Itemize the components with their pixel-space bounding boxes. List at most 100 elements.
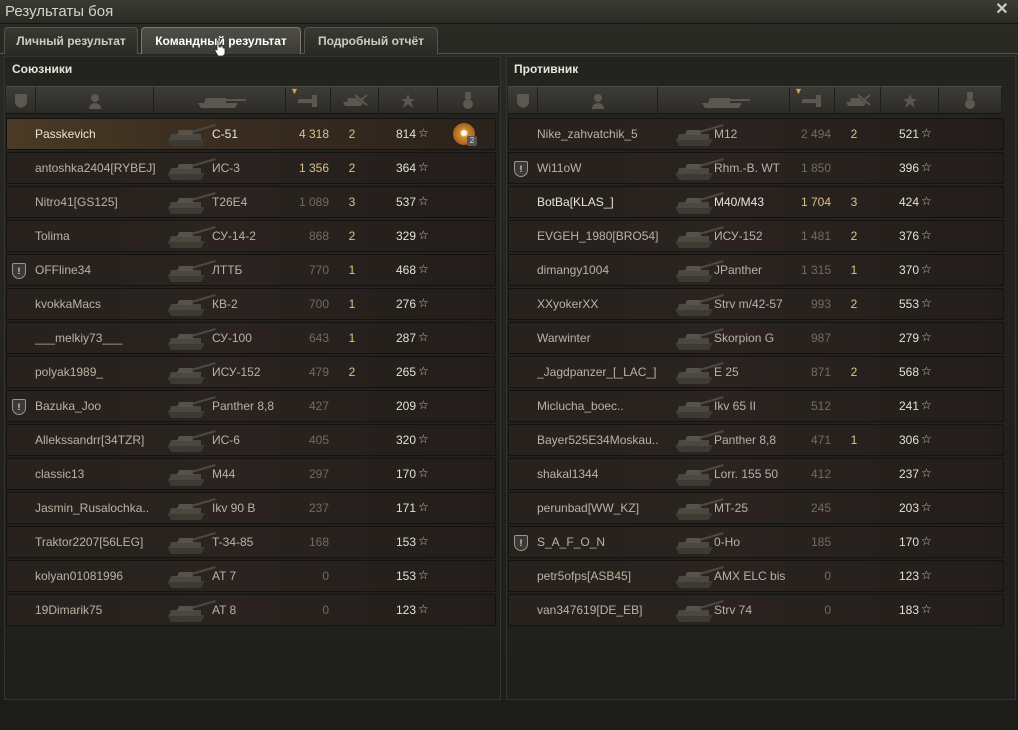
player-row[interactable]: ! OFFline34 ЛТТБ 770 1 468 ☆: [6, 254, 496, 286]
allies-panel: Союзники ▼ Passkevich С-51 4 318 2 814 ☆ ✹ 2 ant…: [4, 56, 501, 700]
player-row[interactable]: dimangy1004 JPanther 1 315 1 370 ☆: [508, 254, 1004, 286]
xp-value: 170: [898, 535, 919, 549]
player-row[interactable]: polyak1989_ ИСУ-152 479 2 265 ☆: [6, 356, 496, 388]
player-row[interactable]: Traktor2207[56LEG] T-34-85 168 153 ☆: [6, 526, 496, 558]
tank-name: Strv 74: [714, 603, 753, 617]
medal-icon[interactable]: [939, 87, 1002, 114]
player-row[interactable]: petr5ofps[ASB45] AMX ELC bis 0 123 ☆: [508, 560, 1004, 592]
player-row[interactable]: XXyokerXX Strv m/42-57 993 2 553 ☆: [508, 288, 1004, 320]
allies-header: ▼: [6, 86, 499, 114]
player-row[interactable]: kvokkaMacs КВ-2 700 1 276 ☆: [6, 288, 496, 320]
xp-star-icon[interactable]: [379, 87, 438, 114]
kills-icon[interactable]: [835, 87, 881, 114]
player-name: Tolima: [35, 229, 70, 243]
squad-shield-icon: !: [514, 161, 528, 177]
tank-name: MT-25: [714, 501, 749, 515]
kills-icon[interactable]: [331, 87, 379, 114]
tank-name: Strv m/42-57: [714, 297, 783, 311]
damage-value: 987: [810, 331, 831, 345]
xp-value: 153: [395, 569, 416, 583]
player-row[interactable]: Bayer525E34Moskau.. Panther 8,8 471 1 306 ☆: [508, 424, 1004, 456]
player-row[interactable]: BotBa[KLAS_] M40/M43 1 704 3 424 ☆: [508, 186, 1004, 218]
player-row[interactable]: Warwinter Skorpion G 987 279 ☆: [508, 322, 1004, 354]
tank-name: JPanther: [714, 263, 763, 277]
medal-count: 2: [467, 136, 477, 146]
tank-icon[interactable]: [154, 87, 286, 114]
tank-name: 0-Ho: [714, 535, 741, 549]
star-icon: ☆: [921, 602, 932, 616]
damage-value: 871: [810, 365, 831, 379]
tank-name: ИС-6: [212, 433, 240, 447]
damage-value: 868: [308, 229, 329, 243]
player-name: Miclucha_boec..: [537, 399, 624, 413]
squad-icon[interactable]: [6, 87, 36, 114]
player-row[interactable]: ! Bazuka_Joo Panther 8,8 427 209 ☆: [6, 390, 496, 422]
player-row[interactable]: perunbad[WW_KZ] MT-25 245 203 ☆: [508, 492, 1004, 524]
kills-value: 1: [850, 433, 858, 447]
tank-name: Ikv 90 B: [212, 501, 256, 515]
squad-icon[interactable]: [508, 87, 538, 114]
tab-detailed-report[interactable]: Подробный отчёт: [304, 27, 438, 54]
player-row[interactable]: van347619[DE_EB] Strv 74 0 183 ☆: [508, 594, 1004, 626]
player-icon[interactable]: [538, 87, 658, 114]
player-row[interactable]: EVGEH_1980[BRO54] ИСУ-152 1 481 2 376 ☆: [508, 220, 1004, 252]
close-icon[interactable]: ✕: [994, 1, 1010, 19]
player-row[interactable]: Allekssandrr[34TZR] ИС-6 405 320 ☆: [6, 424, 496, 456]
player-icon[interactable]: [36, 87, 154, 114]
player-name: shakal1344: [537, 467, 599, 481]
star-icon: ☆: [418, 160, 429, 174]
tank-icon: [163, 223, 217, 251]
damage-value: 1 315: [800, 263, 831, 277]
damage-value: 237: [308, 501, 329, 515]
tank-icon: [163, 563, 217, 591]
player-row[interactable]: Tolima СУ-14-2 868 2 329 ☆: [6, 220, 496, 252]
star-icon: ☆: [418, 432, 429, 446]
player-row[interactable]: Passkevich С-51 4 318 2 814 ☆ ✹ 2: [6, 118, 496, 150]
xp-value: 376: [898, 229, 919, 243]
player-row[interactable]: ! S_A_F_O_N 0-Ho 185 170 ☆: [508, 526, 1004, 558]
tank-name: СУ-100: [212, 331, 252, 345]
damage-icon[interactable]: ▼: [790, 86, 835, 114]
player-row[interactable]: ___melkiy73___ СУ-100 643 1 287 ☆: [6, 322, 496, 354]
star-icon: ☆: [418, 330, 429, 344]
player-name: Wi11oW: [537, 161, 582, 175]
tab-personal-result[interactable]: Личный результат: [4, 27, 138, 54]
player-row[interactable]: Nitro41[GS125] T26E4 1 089 3 537 ☆: [6, 186, 496, 218]
player-row[interactable]: kolyan01081996 AT 7 0 153 ☆: [6, 560, 496, 592]
star-icon: ☆: [418, 364, 429, 378]
star-icon: ☆: [418, 398, 429, 412]
player-row[interactable]: _Jagdpanzer_[_LAC_] E 25 871 2 568 ☆: [508, 356, 1004, 388]
player-row[interactable]: Jasmin_Rusalochka.. Ikv 90 B 237 171 ☆: [6, 492, 496, 524]
star-icon: ☆: [921, 160, 932, 174]
xp-value: 153: [395, 535, 416, 549]
tank-icon: [163, 597, 217, 625]
player-row[interactable]: antoshka2404[RYBEJ] ИС-3 1 356 2 364 ☆: [6, 152, 496, 184]
kills-value: 1: [348, 263, 356, 277]
kills-value: 2: [850, 297, 858, 311]
star-icon: ☆: [921, 432, 932, 446]
player-row[interactable]: Nike_zahvatchik_5 M12 2 494 2 521 ☆: [508, 118, 1004, 150]
tank-name: Lorr. 155 50: [714, 467, 779, 481]
kills-value: 2: [850, 127, 858, 141]
star-icon: ☆: [921, 398, 932, 412]
tank-icon: [163, 155, 217, 183]
enemies-header: ▼: [508, 86, 1002, 114]
player-name: Jasmin_Rusalochka..: [35, 501, 150, 515]
xp-star-icon[interactable]: [881, 87, 939, 114]
player-row[interactable]: classic13 M44 297 170 ☆: [6, 458, 496, 490]
damage-icon[interactable]: ▼: [286, 86, 331, 114]
player-row[interactable]: ! Wi11oW Rhm.-B. WT 1 850 396 ☆: [508, 152, 1004, 184]
player-row[interactable]: 19Dimarik75 AT 8 0 123 ☆: [6, 594, 496, 626]
player-row[interactable]: shakal1344 Lorr. 155 50 412 237 ☆: [508, 458, 1004, 490]
medal-icon[interactable]: [438, 87, 499, 114]
tank-name: M12: [714, 127, 738, 141]
xp-value: 320: [395, 433, 416, 447]
squad-shield-icon: !: [12, 263, 26, 279]
squad-shield-icon: !: [514, 535, 528, 551]
player-name: van347619[DE_EB]: [537, 603, 643, 617]
star-icon: ☆: [921, 228, 932, 242]
xp-value: 568: [898, 365, 919, 379]
tank-icon[interactable]: [658, 87, 790, 114]
damage-value: 245: [810, 501, 831, 515]
player-row[interactable]: Miclucha_boec.. Ikv 65 II 512 241 ☆: [508, 390, 1004, 422]
